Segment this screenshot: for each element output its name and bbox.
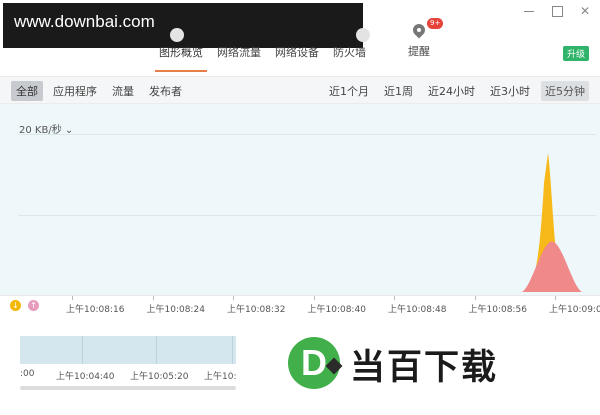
window-controls: ✕ [522,4,592,18]
tab-overview[interactable]: 图形概览 [152,44,210,72]
maximize-icon[interactable] [550,4,564,18]
time-label: 上午10:08:24 [146,305,205,315]
overview-strip[interactable] [20,336,236,364]
range-24-hours[interactable]: 近24小时 [424,81,479,101]
tab-firewall[interactable]: 防火墙 [326,44,373,72]
time-tick [72,296,73,300]
tab-network-traffic[interactable]: 网络流量 [210,44,268,72]
tab-alerts[interactable]: 9+ 提醒 [406,18,444,59]
overview-label: 上午10:04:40 [56,372,115,382]
overview-labels: :00 上午10:04:40 上午10:05:20 上午10: [0,369,240,383]
time-label: 上午10:08:56 [468,305,527,315]
upload-legend-icon[interactable]: ↑ [28,300,39,311]
time-label: 上午10:08:32 [227,305,286,315]
filter-publisher[interactable]: 发布者 [144,81,187,101]
filter-all[interactable]: 全部 [11,81,43,101]
filter-applications[interactable]: 应用程序 [48,81,102,101]
time-tick [474,296,476,300]
time-tick [233,296,234,300]
brand-name: 当百下载 [350,348,499,388]
time-label: 上午10:08:40 [307,305,366,315]
filter-bar: 全部 应用程序 流量 发布者 近1个月 近1周 近24小时 近3小时 近5分钟 [0,76,600,104]
traffic-chart: 20 KB/秒 ⌄ [0,104,600,295]
overview-label: 上午10: [204,372,237,382]
overview-icon [170,28,184,42]
close-icon[interactable]: ✕ [578,4,592,18]
overview-divider [232,336,233,364]
time-label: 上午10:09:04 [549,305,600,315]
range-3-hours[interactable]: 近3小时 [486,81,534,101]
upgrade-button[interactable]: 升级 [562,46,589,61]
minimize-icon[interactable] [522,4,536,18]
time-tick [555,296,556,300]
range-1-week[interactable]: 近1周 [380,81,417,101]
title-bar: www.downbai.com ✕ 图形概览 网络流量 网络设备 防火墙 9+ … [0,0,600,72]
time-axis: ↓ ↑ 上午10:08:16 上午10:08:24 上午10:08:32 上午10:0… [0,295,600,317]
alert-pin-icon: 9+ [412,18,444,40]
time-label: 上午10:08:48 [388,305,447,315]
range-1-month[interactable]: 近1个月 [325,81,373,101]
overview-scrollbar[interactable] [20,386,236,390]
overview-label: 上午10:05:20 [130,372,189,382]
range-5-minutes[interactable]: 近5分钟 [541,81,589,101]
time-tick [313,296,315,300]
time-range-filters: 近1个月 近1周 近24小时 近3小时 近5分钟 [318,81,589,101]
alert-badge: 9+ [427,18,444,29]
upload-area [522,241,582,292]
brand-logo-letter: D [301,342,327,383]
main-tabs: 图形概览 网络流量 网络设备 防火墙 [152,44,373,72]
filter-traffic[interactable]: 流量 [107,81,139,101]
tab-network-devices[interactable]: 网络设备 [268,44,326,72]
brand-logo: D [288,337,340,389]
overview-divider [156,336,157,364]
promo-banner: D 当百下载 [236,317,600,415]
alerts-label: 提醒 [408,45,430,58]
overview-label: :00 [20,369,35,379]
time-tick [394,296,395,300]
watermark-banner: www.downbai.com [3,3,363,48]
time-label: 上午10:08:16 [66,305,125,315]
traffic-plot [522,152,582,292]
category-filters: 全部 应用程序 流量 发布者 [11,81,192,101]
overview-divider [82,336,83,364]
time-tick [152,296,154,300]
firewall-icon [356,28,370,42]
download-legend-icon[interactable]: ↓ [10,300,21,311]
